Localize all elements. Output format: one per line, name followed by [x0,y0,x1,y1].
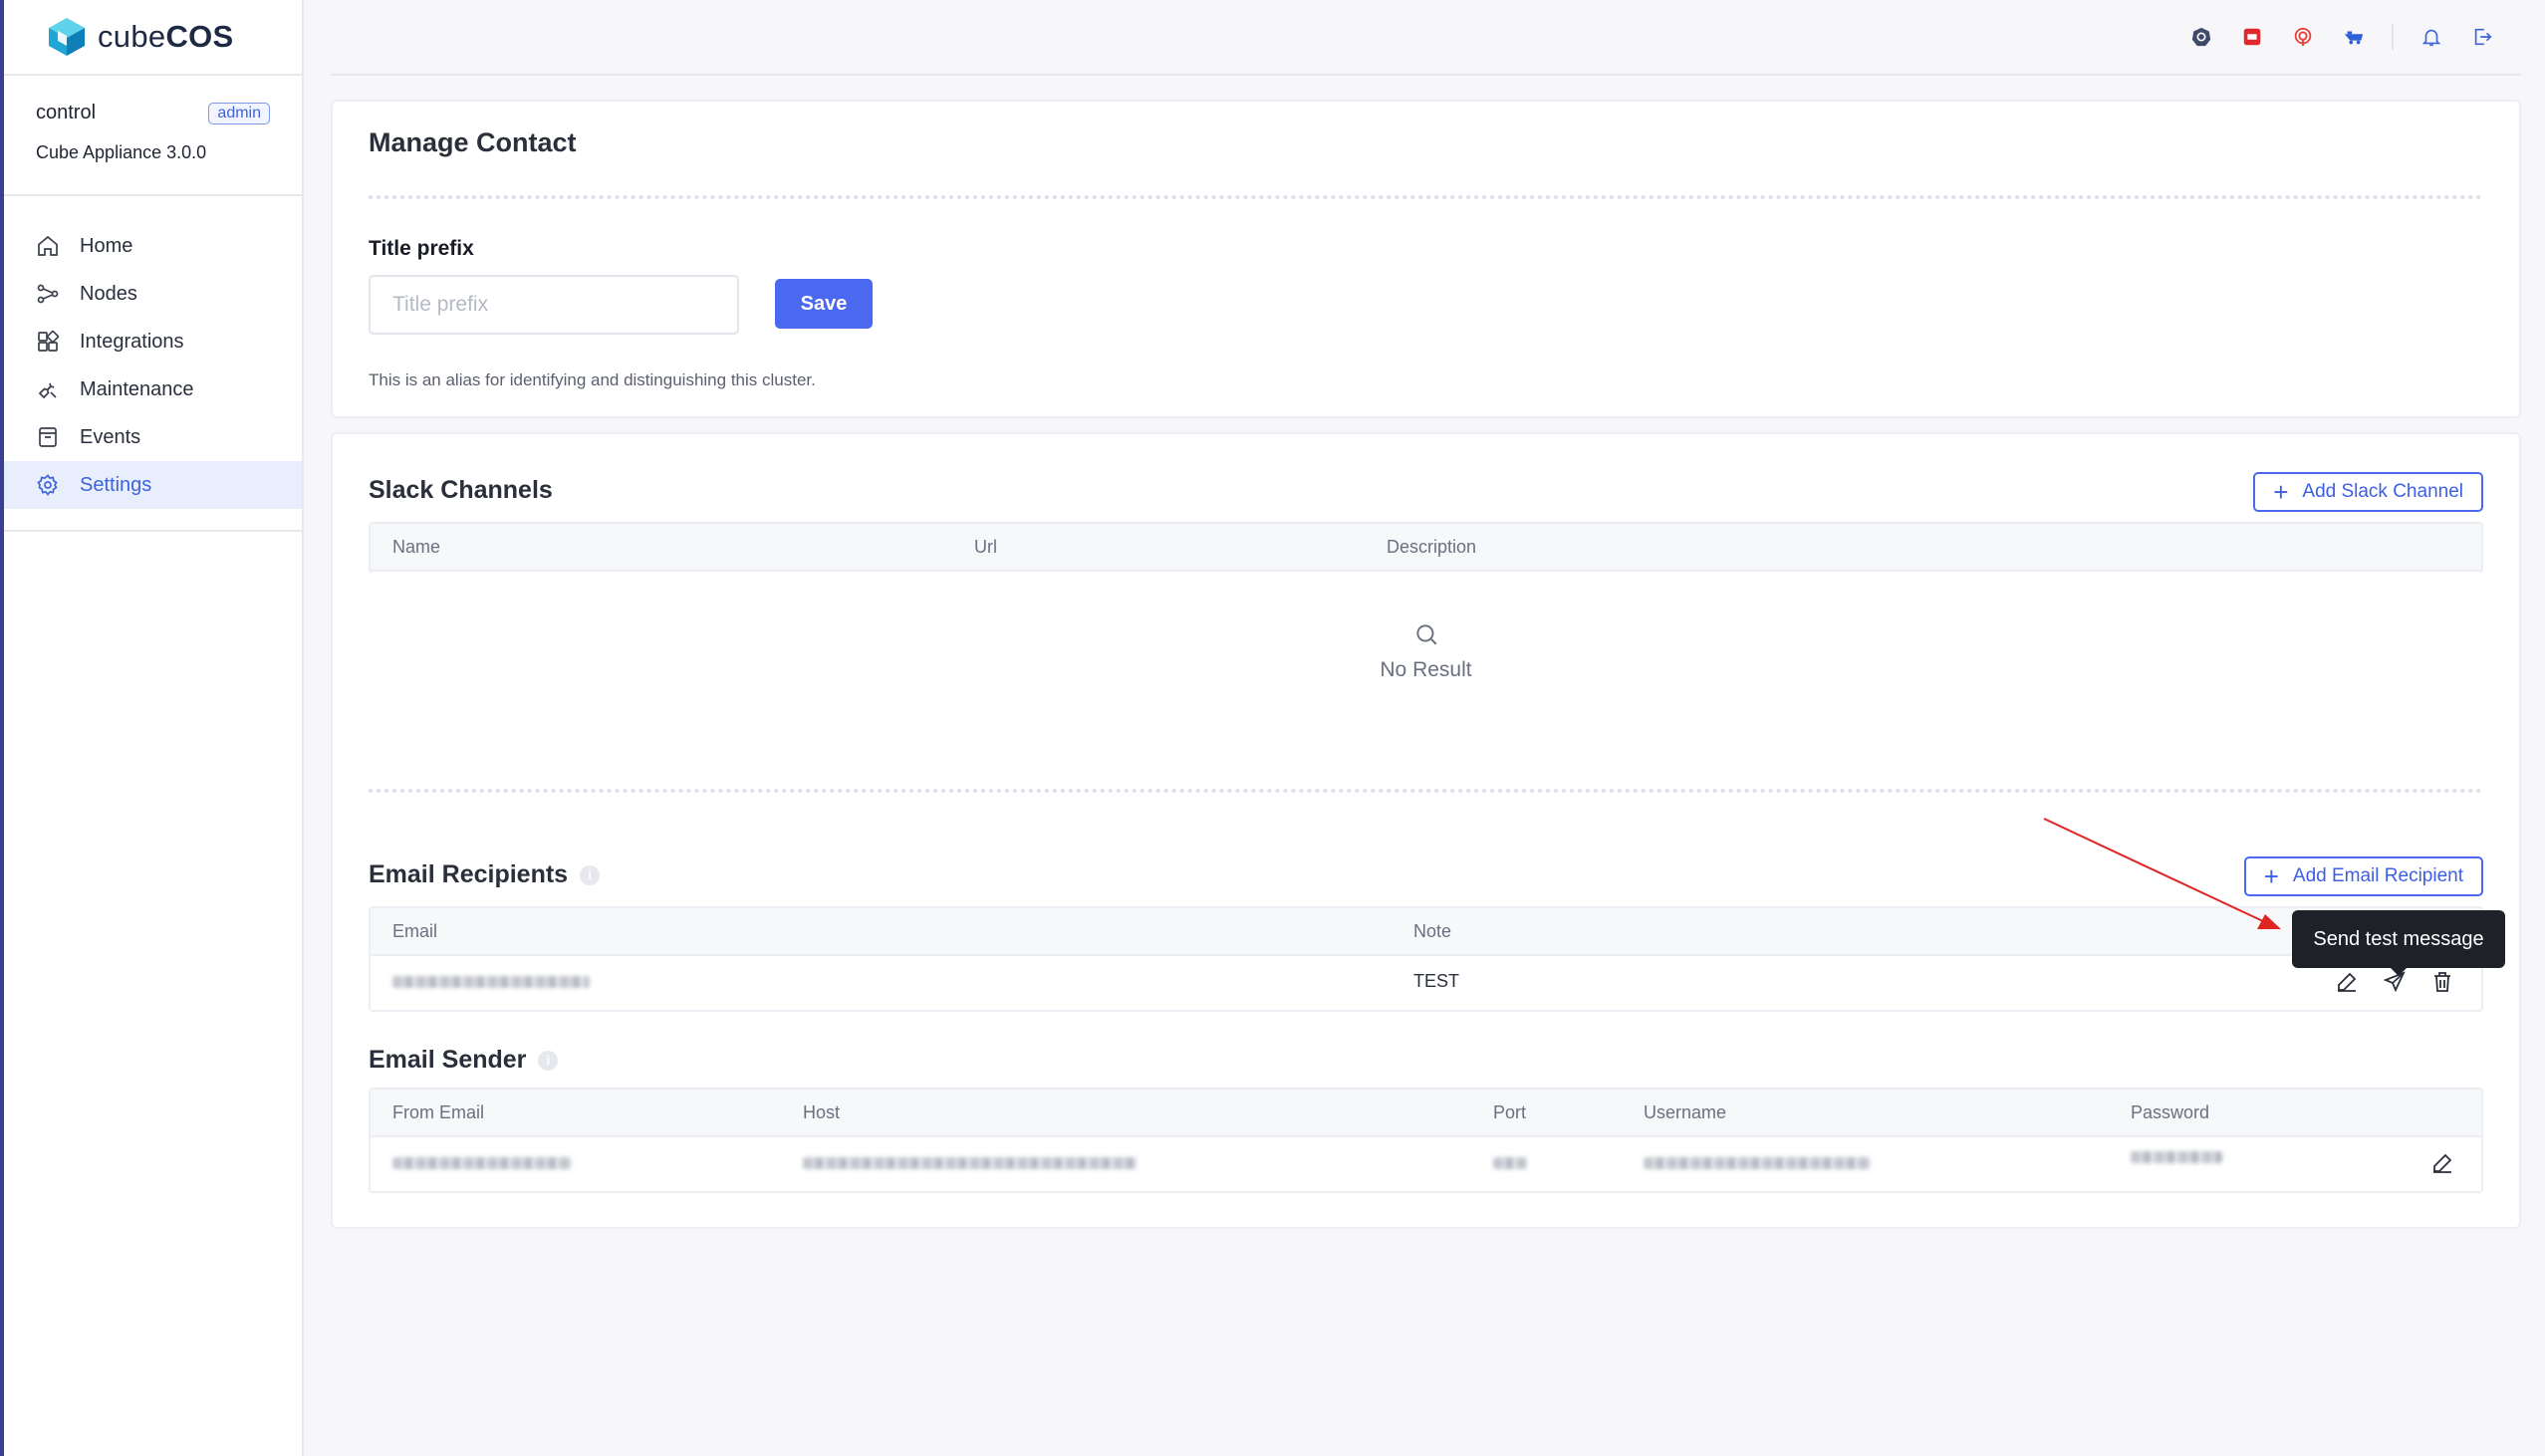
annotation-arrow [2043,818,2281,929]
